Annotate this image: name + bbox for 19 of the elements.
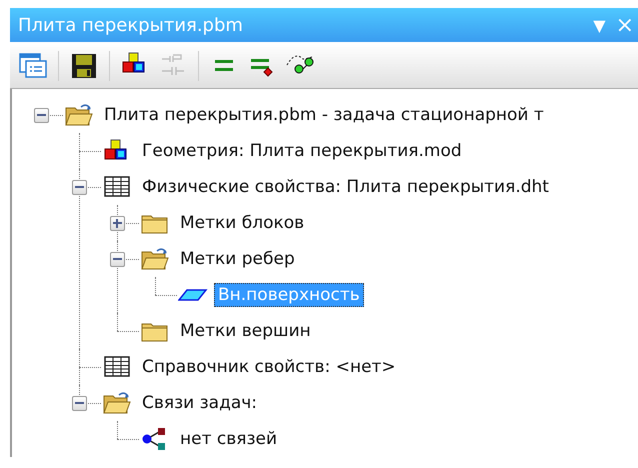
table-icon: [102, 174, 132, 200]
table-icon: [102, 354, 132, 380]
tree-item[interactable]: нет связей: [176, 427, 282, 451]
window-title: Плита перекрытия.pbm: [18, 14, 244, 36]
tree-item[interactable]: Метки ребер: [176, 247, 299, 271]
expand-toggle[interactable]: [110, 216, 124, 230]
collapse-toggle[interactable]: [72, 180, 86, 194]
save-icon: [69, 51, 99, 81]
window-icon: [18, 51, 48, 81]
tree-item[interactable]: Плита перекрытия.pbm - задача стационарной т: [100, 103, 548, 127]
collapse-toggle[interactable]: [110, 252, 124, 266]
collapse-toggle[interactable]: [72, 396, 86, 410]
tree-item[interactable]: Метки блоков: [176, 211, 308, 235]
tree-item[interactable]: Физические свойства: Плита перекрытия.dht: [138, 175, 553, 199]
tree-item[interactable]: Связи задач:: [138, 391, 262, 415]
tree-item[interactable]: Метки вершин: [176, 319, 315, 343]
tree-item[interactable]: Справочник свойств: <нет>: [138, 355, 400, 379]
collapse-toggle[interactable]: [34, 108, 48, 122]
tree-item[interactable]: Геометрия: Плита перекрытия.mod: [138, 139, 466, 163]
